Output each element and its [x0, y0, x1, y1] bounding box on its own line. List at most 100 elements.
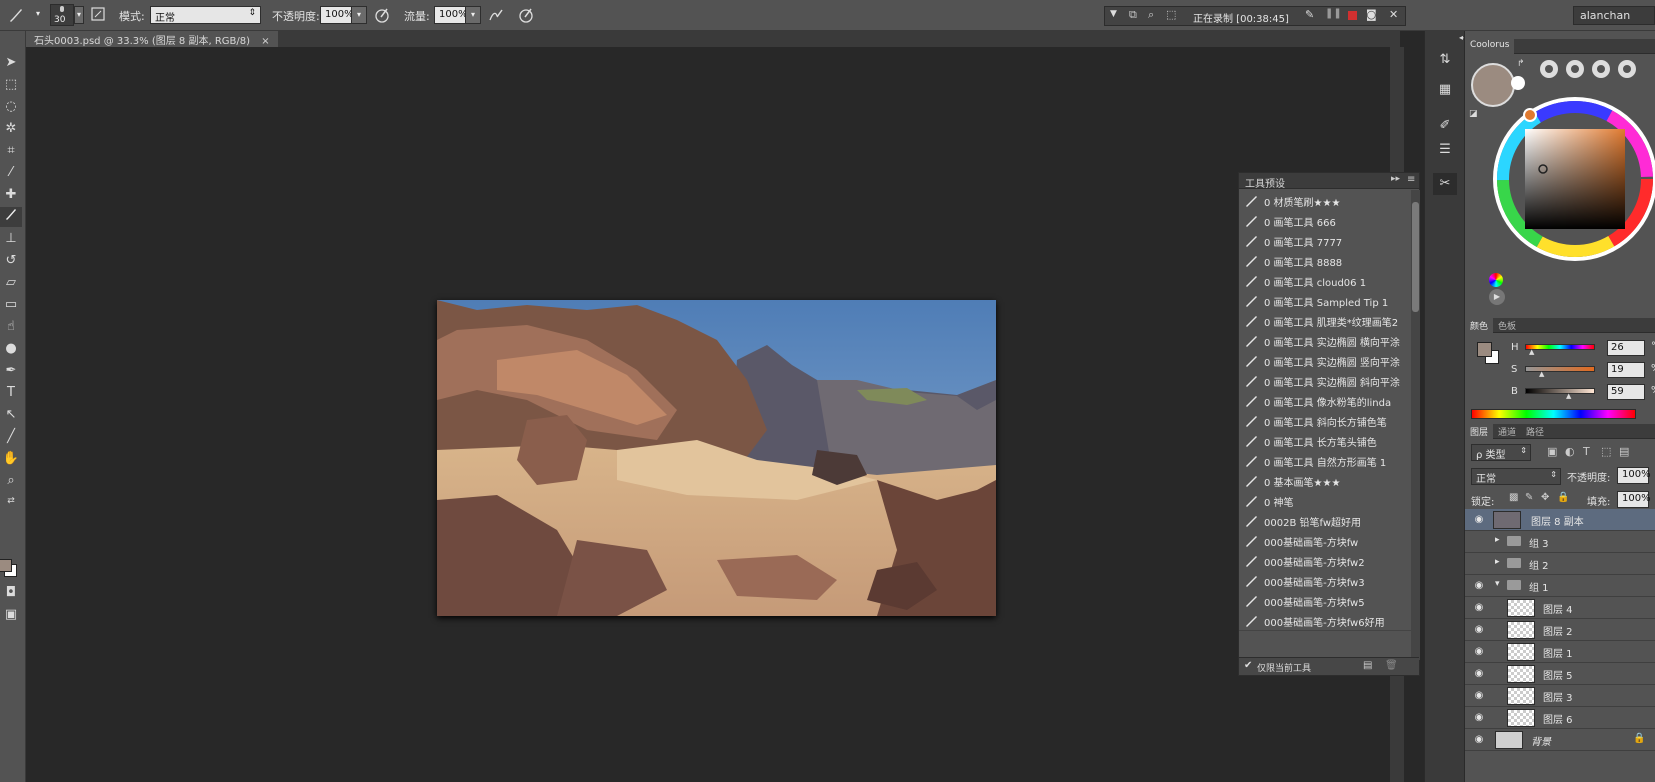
tool-preset-dropdown[interactable]: ▾ — [30, 6, 46, 24]
preset-item[interactable]: 0 画笔工具 7777 — [1239, 230, 1411, 251]
recorder-region-icon[interactable]: ⬚ — [1166, 8, 1176, 21]
preset-item[interactable]: 0 画笔工具 cloud06 1 — [1239, 270, 1411, 291]
airbrush-icon[interactable] — [486, 6, 506, 26]
recorder-menu-icon[interactable]: ▼ — [1110, 9, 1117, 19]
properties-panel-icon[interactable]: ▦ — [1433, 79, 1457, 101]
preset-item[interactable]: 000基础画笔-方块fw5 — [1239, 590, 1411, 611]
history-brush-tool-icon[interactable]: ↺ — [0, 251, 22, 271]
default-colors-icon[interactable]: ◪ — [1469, 109, 1478, 119]
s-value-input[interactable]: 19 — [1607, 362, 1645, 378]
layer-opacity-input[interactable]: 100% — [1617, 467, 1651, 484]
chevron-right-icon[interactable]: ▸ — [1495, 535, 1500, 545]
brightness-slider-thumb[interactable]: ▲ — [1566, 392, 1571, 400]
document-tab[interactable]: 石头0003.psd @ 33.3% (图层 8 副本, RGB/8) × — [26, 31, 278, 47]
visibility-eye-icon[interactable]: ◉ — [1473, 646, 1485, 658]
tab-swatches[interactable]: 色板 — [1493, 318, 1521, 333]
layer-row[interactable]: ◉ 🔒 背景 — [1465, 729, 1655, 751]
visibility-eye-icon[interactable]: ◉ — [1473, 690, 1485, 702]
tool-presets-panel-icon[interactable]: ✂ — [1433, 173, 1457, 195]
pressure-size-icon[interactable] — [516, 6, 536, 26]
coolorus-mode-buttons[interactable] — [1539, 59, 1649, 81]
brush-panel-icon[interactable]: ✐ — [1433, 115, 1457, 137]
visibility-eye-icon[interactable]: ◉ — [1473, 712, 1485, 724]
quick-mask-icon[interactable]: ◘ — [0, 583, 22, 603]
brush-panel-toggle-icon[interactable] — [88, 6, 108, 26]
layer-row[interactable]: ◉ 图层 6 — [1465, 707, 1655, 729]
path-selection-tool-icon[interactable]: ↖ — [0, 405, 22, 425]
visibility-toggle[interactable] — [1473, 558, 1485, 570]
mode-select[interactable]: 正常 ⇕ — [150, 6, 261, 24]
color-wheel[interactable] — [1485, 87, 1655, 267]
preset-item[interactable]: 0 画笔工具 斜向长方铺色笔 — [1239, 410, 1411, 431]
saturation-slider-thumb[interactable]: ▲ — [1539, 370, 1544, 378]
filter-shape-icon[interactable]: ⬚ — [1601, 445, 1611, 458]
smudge-tool-icon[interactable]: ☝ — [0, 317, 22, 337]
lock-all-icon[interactable]: 🔒 — [1557, 492, 1569, 503]
preset-item[interactable]: 0002B 铅笔fw超好用 — [1239, 510, 1411, 531]
layer-group-row[interactable]: ▸ 组 2 — [1465, 553, 1655, 575]
preset-item[interactable]: 0 画笔工具 肌理类*纹理画笔2 — [1239, 310, 1411, 331]
brightness-slider[interactable] — [1525, 388, 1595, 394]
tab-channels[interactable]: 通道 — [1493, 424, 1521, 439]
eraser-tool-icon[interactable]: ▱ — [0, 273, 22, 293]
swap-colors-icon[interactable]: ⇄ — [0, 491, 22, 511]
filter-smart-object-icon[interactable]: ▤ — [1619, 445, 1629, 458]
filter-pixel-icon[interactable]: ▣ — [1547, 445, 1557, 458]
magic-wand-tool-icon[interactable]: ✲ — [0, 119, 22, 139]
tab-layers[interactable]: 图层 — [1465, 424, 1494, 439]
recorder-window-icon[interactable]: ⧉ — [1129, 8, 1137, 22]
layer-row[interactable]: ◉ 图层 3 — [1465, 685, 1655, 707]
recorder-zoom-icon[interactable]: ⌕ — [1148, 8, 1154, 22]
lasso-tool-icon[interactable]: ◌ — [0, 97, 22, 117]
hand-tool-icon[interactable]: ✋ — [0, 449, 22, 469]
preset-item[interactable]: 0 画笔工具 实边椭圆 斜向平涂 — [1239, 370, 1411, 391]
preset-item[interactable]: 0 画笔工具 实边椭圆 竖向平涂 — [1239, 350, 1411, 371]
fill-input[interactable]: 100% — [1617, 491, 1651, 508]
close-icon[interactable]: ✕ — [1389, 8, 1398, 21]
preset-item[interactable]: 000基础画笔-方块fw6好用 — [1239, 610, 1411, 631]
checkbox-checked-icon[interactable]: ✔ — [1244, 660, 1252, 671]
foreground-color-swatch[interactable] — [0, 559, 12, 572]
adjustments-panel-icon[interactable]: ☰ — [1433, 139, 1457, 161]
tab-color[interactable]: 颜色 — [1465, 318, 1494, 333]
layer-row[interactable]: ◉ 图层 1 — [1465, 641, 1655, 663]
pause-icon[interactable]: ❚❚ — [1325, 8, 1342, 19]
blend-mode-select[interactable]: 正常 ⇕ — [1471, 468, 1561, 485]
visibility-eye-icon[interactable]: ◉ — [1473, 668, 1485, 680]
preset-item[interactable]: 0 画笔工具 Sampled Tip 1 — [1239, 290, 1411, 311]
move-tool-icon[interactable]: ➤ — [0, 53, 22, 73]
type-tool-icon[interactable]: T — [0, 383, 22, 403]
layer-group-row[interactable]: ▸ 组 3 — [1465, 531, 1655, 553]
preset-item[interactable]: 0 神笔 — [1239, 490, 1411, 511]
preset-item[interactable]: 000基础画笔-方块fw2 — [1239, 550, 1411, 571]
layer-row[interactable]: ◉ 图层 8 副本 — [1465, 509, 1655, 531]
stop-icon[interactable] — [1348, 11, 1357, 20]
brush-preset-dropdown[interactable]: ▾ — [74, 6, 84, 24]
scrollbar-thumb[interactable] — [1412, 202, 1419, 312]
collapse-panel-icon[interactable]: ▸▸ — [1391, 174, 1400, 184]
document-canvas[interactable] — [437, 300, 996, 616]
lock-transparent-icon[interactable]: ▩ — [1509, 492, 1518, 503]
clone-stamp-tool-icon[interactable]: ⊥ — [0, 229, 22, 249]
zoom-tool-icon[interactable]: ⌕ — [0, 471, 22, 491]
brush-tool-icon[interactable] — [6, 6, 26, 26]
pressure-opacity-icon[interactable] — [372, 6, 392, 26]
user-account[interactable]: alanchan — [1573, 6, 1655, 25]
h-value-input[interactable]: 26 — [1607, 340, 1645, 356]
color-spectrum-bar[interactable] — [1471, 409, 1636, 419]
swap-colors-icon[interactable]: ↱ — [1517, 59, 1525, 69]
opacity-slider-dropdown[interactable]: ▾ — [351, 6, 367, 24]
visibility-toggle[interactable] — [1473, 536, 1485, 548]
marquee-tool-icon[interactable]: ⬚ — [0, 75, 22, 95]
tool-presets-scrollbar[interactable] — [1411, 190, 1420, 660]
panel-menu-icon[interactable]: ≡ — [1407, 174, 1415, 185]
play-icon[interactable]: ▶ — [1489, 289, 1505, 305]
eyedropper-tool-icon[interactable]: ⁄ — [0, 163, 22, 183]
preset-item[interactable]: 0 画笔工具 自然方形画笔 1 — [1239, 450, 1411, 471]
brush-tool-icon[interactable] — [0, 207, 22, 227]
visibility-eye-icon[interactable]: ◉ — [1473, 580, 1485, 592]
layer-row[interactable]: ◉ 图层 2 — [1465, 619, 1655, 641]
camera-icon[interactable]: ◙ — [1366, 8, 1377, 21]
preset-item[interactable]: 0 画笔工具 像水粉笔的linda — [1239, 390, 1411, 411]
tab-paths[interactable]: 路径 — [1521, 424, 1549, 439]
